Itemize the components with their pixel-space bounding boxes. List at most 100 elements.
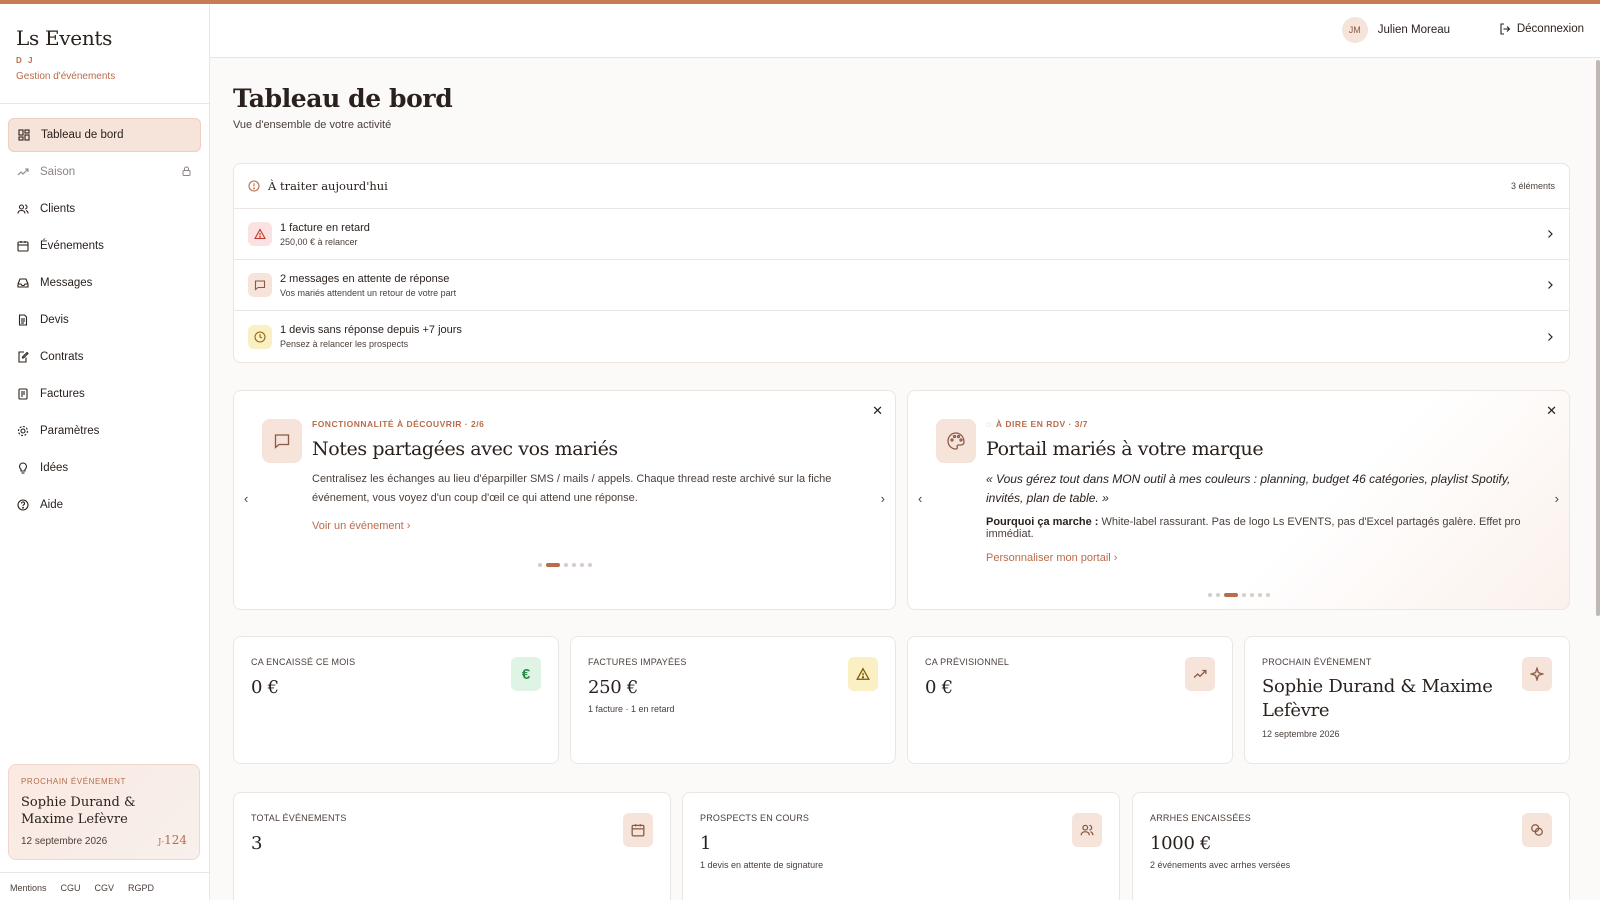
- kpi-prochain-evenement[interactable]: PROCHAIN ÉVÉNEMENT Sophie Durand & Maxim…: [1244, 636, 1570, 764]
- pitch-link[interactable]: Personnaliser mon portail ›: [986, 552, 1117, 564]
- todo-item-sub: 250,00 € à relancer: [280, 236, 358, 247]
- sidebar-item-label: Saison: [40, 166, 76, 178]
- sidebar-item-idees[interactable]: Idées: [8, 451, 201, 485]
- carousel-next-icon[interactable]: ›: [1555, 491, 1559, 506]
- todo-count: 3 éléments: [1510, 181, 1555, 191]
- dashboard-icon: [17, 128, 31, 142]
- chevron-right-icon: [1548, 332, 1553, 341]
- brand-tagline: Gestion d'événements: [16, 71, 116, 82]
- pitch-why-label: Pourquoi ça marche :: [986, 516, 1099, 528]
- user-menu[interactable]: JM Julien Moreau: [1341, 17, 1450, 43]
- logout-button[interactable]: Déconnexion: [1499, 23, 1584, 35]
- kpi-arrhes[interactable]: ARRHES ENCAISSÉES 1000 € 2 événements av…: [1132, 792, 1570, 900]
- kpi-ca-previsionnel[interactable]: CA PRÉVISIONNEL 0 €: [907, 636, 1233, 764]
- todo-item-quote-no-reply[interactable]: 1 devis sans réponse depuis +7 jours Pen…: [234, 311, 1569, 362]
- todo-panel: À traiter aujourd'hui 3 éléments 1 factu…: [233, 163, 1570, 363]
- sidebar-item-contrats[interactable]: Contrats: [8, 340, 201, 374]
- kpi-factures-impayees[interactable]: FACTURES IMPAYÉES 250 € 1 facture · 1 en…: [570, 636, 896, 764]
- sidebar-item-label: Factures: [40, 388, 85, 400]
- sidebar-item-dashboard[interactable]: Tableau de bord: [8, 118, 201, 152]
- sidebar-item-messages[interactable]: Messages: [8, 266, 201, 300]
- close-icon[interactable]: ✕: [872, 403, 883, 419]
- sidebar-footer: Mentions CGU CGV RGPD: [0, 872, 210, 900]
- countdown-days: 124: [164, 833, 187, 847]
- carousel-dot-active[interactable]: [1223, 593, 1238, 597]
- sidebar-item-devis[interactable]: Devis: [8, 303, 201, 337]
- gear-icon: [16, 424, 30, 438]
- feature-text: Centralisez les échanges au lieu d'éparp…: [312, 473, 832, 504]
- carousel-prev-icon[interactable]: ‹: [244, 491, 248, 506]
- topbar: JM Julien Moreau Déconnexion: [210, 4, 1600, 58]
- carousel-dot[interactable]: [563, 563, 568, 567]
- sidebar-item-label: Tableau de bord: [41, 129, 124, 141]
- kpi-total-evenements[interactable]: TOTAL ÉVÉNEMENTS 3: [233, 792, 671, 900]
- carousel-dot[interactable]: [1257, 593, 1262, 597]
- pitch-link-label: Personnaliser mon portail: [986, 552, 1111, 564]
- carousel-dot[interactable]: [579, 563, 584, 567]
- todo-item-title: 2 messages en attente de réponse: [280, 272, 450, 285]
- carousel-next-icon[interactable]: ›: [881, 491, 885, 506]
- kpi-ca-encaisse[interactable]: CA ENCAISSÉ CE MOIS 0 € €: [233, 636, 559, 764]
- carousel-dot-active[interactable]: [545, 563, 560, 567]
- carousel-dot[interactable]: [571, 563, 576, 567]
- kpi-sub: 1 facture · 1 en retard: [588, 704, 675, 714]
- todo-item-sub: Pensez à relancer les prospects: [280, 339, 409, 349]
- inbox-icon: [16, 276, 30, 290]
- sidebar-item-aide[interactable]: Aide: [8, 488, 201, 522]
- carousel-dot[interactable]: [1265, 593, 1270, 597]
- kpi-value: 250 €: [588, 677, 639, 698]
- sidebar-next-event-card[interactable]: PROCHAIN ÉVÉNEMENT Sophie Durand & Maxim…: [8, 764, 200, 860]
- carousel-dot[interactable]: [537, 563, 542, 567]
- carousel-dot[interactable]: [587, 563, 592, 567]
- footer-link-cgu[interactable]: CGU: [61, 883, 81, 893]
- sidebar-item-label: Événements: [40, 240, 104, 252]
- users-icon: [1072, 813, 1102, 847]
- footer-link-cgv[interactable]: CGV: [95, 883, 115, 893]
- carousel-dots: [908, 593, 1569, 597]
- sidebar-item-parametres[interactable]: Paramètres: [8, 414, 201, 448]
- pitch-kicker: ◌ À DIRE EN RDV · 3/7: [986, 419, 1526, 429]
- sidebar: Ls Events D J Gestion d'événements Table…: [0, 4, 210, 900]
- next-event-countdown: J-124: [158, 833, 187, 847]
- todo-item-pending-messages[interactable]: 2 messages en attente de réponse Vos mar…: [234, 260, 1569, 311]
- carousel-dot[interactable]: [1215, 593, 1220, 597]
- kpi-prospects[interactable]: PROSPECTS EN COURS 1 1 devis en attente …: [682, 792, 1120, 900]
- footer-link-mentions[interactable]: Mentions: [10, 883, 47, 893]
- calendar-icon: [623, 813, 653, 847]
- kpi-sub: 12 septembre 2026: [1262, 729, 1340, 739]
- feature-link[interactable]: Voir un événement ›: [312, 520, 410, 532]
- message-icon: [262, 419, 302, 463]
- kpi-value: 1: [700, 833, 712, 854]
- sidebar-item-saison[interactable]: Saison: [8, 155, 201, 189]
- brand-name[interactable]: Ls Events: [16, 26, 193, 50]
- kpi-label: PROCHAIN ÉVÉNEMENT: [1262, 657, 1372, 667]
- alert-circle-icon: [248, 180, 260, 192]
- scrollbar[interactable]: [1596, 60, 1600, 616]
- sidebar-item-label: Devis: [40, 314, 69, 326]
- todo-item-sub: Vos mariés attendent un retour de votre …: [280, 287, 457, 298]
- lightbulb-icon: [16, 461, 30, 475]
- kpi-label: CA PRÉVISIONNEL: [925, 657, 1010, 667]
- logout-label: Déconnexion: [1516, 23, 1584, 35]
- todo-item-title: 1 facture en retard: [280, 221, 370, 234]
- kpi-value: 3: [251, 833, 263, 854]
- carousel-dot[interactable]: [1249, 593, 1254, 597]
- sidebar-item-label: Aide: [40, 499, 64, 511]
- sidebar-item-clients[interactable]: Clients: [8, 192, 201, 226]
- carousel-dot[interactable]: [1207, 593, 1212, 597]
- users-icon: [16, 202, 30, 216]
- kpi-sub: 2 événements avec arrhes versées: [1150, 860, 1291, 870]
- sidebar-item-factures[interactable]: Factures: [8, 377, 201, 411]
- carousel-prev-icon[interactable]: ‹: [918, 491, 922, 506]
- footer-link-rgpd[interactable]: RGPD: [128, 883, 154, 893]
- todo-item-overdue-invoice[interactable]: 1 facture en retard 250,00 € à relancer: [234, 209, 1569, 260]
- speech-icon: ◌: [986, 419, 992, 429]
- sidebar-item-evenements[interactable]: Événements: [8, 229, 201, 263]
- main-content: Tableau de bord Vue d'ensemble de votre …: [233, 84, 1570, 900]
- sidebar-item-label: Messages: [40, 277, 93, 289]
- chevron-right-icon: [1548, 230, 1553, 238]
- chevron-right-icon: [1548, 281, 1553, 289]
- kpi-value: Sophie Durand & Maxime Lefèvre: [1262, 676, 1493, 721]
- carousel-dot[interactable]: [1241, 593, 1246, 597]
- close-icon[interactable]: ✕: [1546, 403, 1557, 419]
